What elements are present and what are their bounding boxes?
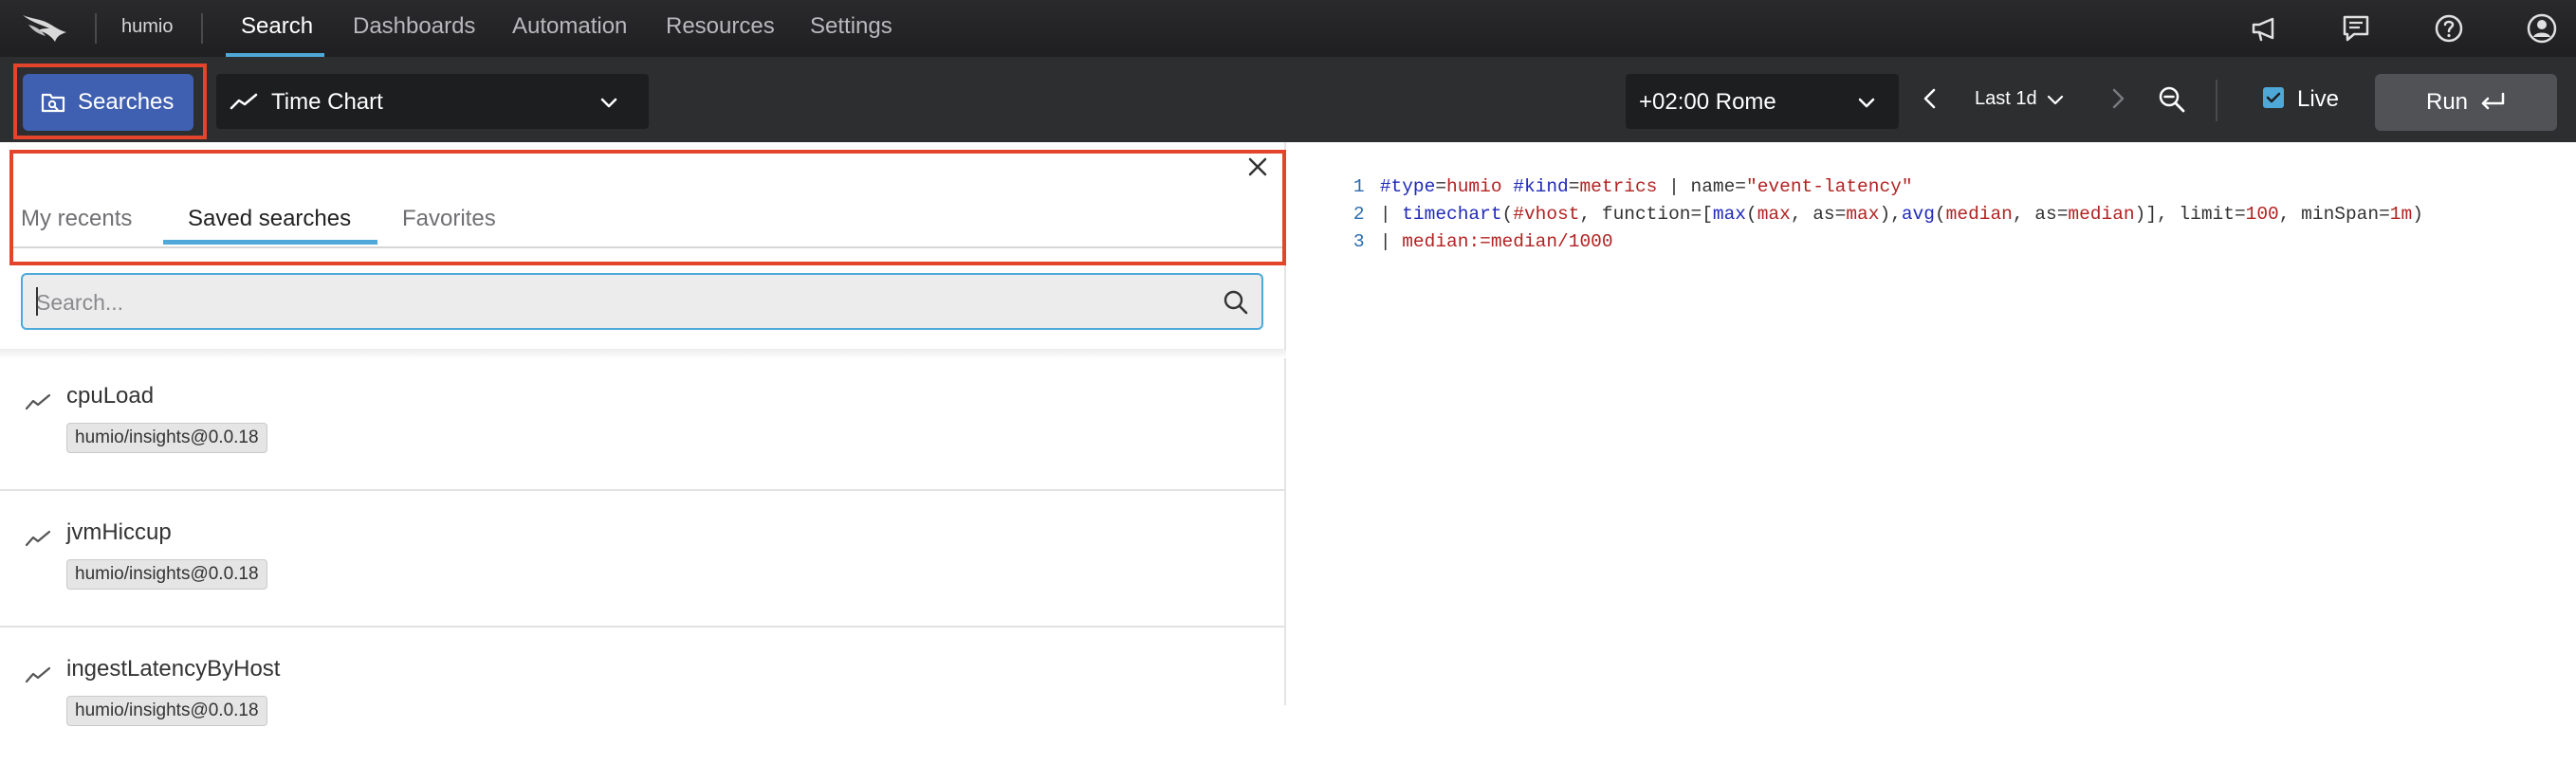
- brand-divider: [95, 13, 97, 44]
- top-navigation: humio Search Dashboards Automation Resou…: [0, 0, 2576, 57]
- query-editor[interactable]: 1 #type=humio #kind=metrics | name="event…: [1288, 142, 2576, 705]
- visualization-select[interactable]: Time Chart: [216, 74, 649, 129]
- code-token: |: [1379, 231, 1403, 252]
- active-tab-indicator: [163, 240, 377, 245]
- zoom-out-icon[interactable]: [2157, 84, 2187, 115]
- package-badge: humio/insights@0.0.18: [66, 559, 267, 590]
- megaphone-icon[interactable]: [2248, 11, 2282, 45]
- code-token: median: [2068, 204, 2135, 225]
- tab-saved-searches[interactable]: Saved searches: [188, 206, 351, 232]
- code-token: ),: [1879, 204, 1902, 225]
- code-token: ): [2412, 204, 2423, 225]
- line-chart-icon: [25, 530, 51, 547]
- code-token: 100: [2245, 204, 2279, 225]
- search-toolbar: Searches Time Chart +02:00 Rome Last 1d: [0, 57, 2576, 142]
- previous-range-icon[interactable]: [1918, 86, 1942, 111]
- list-item[interactable]: cpuLoad humio/insights@0.0.18: [0, 355, 1286, 491]
- run-button-label: Run: [2426, 89, 2469, 115]
- code-token: (: [1746, 204, 1757, 225]
- chevron-down-icon[interactable]: [2045, 89, 2066, 110]
- chevron-down-icon: [600, 98, 617, 108]
- code-token: :=median/1000: [1468, 231, 1613, 252]
- package-badge: humio/insights@0.0.18: [66, 696, 267, 726]
- nav-settings[interactable]: Settings: [810, 13, 892, 40]
- code-line-3: 3 | median:=median/1000: [1309, 210, 1613, 273]
- timezone-select[interactable]: +02:00 Rome: [1626, 74, 1899, 129]
- code-token: avg: [1901, 204, 1935, 225]
- code-token: (: [1934, 204, 1946, 225]
- line-chart-icon: [25, 666, 51, 683]
- saved-search-name: ingestLatencyByHost: [66, 656, 281, 682]
- package-badge: humio/insights@0.0.18: [66, 423, 267, 453]
- nav-divider: [201, 13, 203, 44]
- chevron-down-icon: [1858, 98, 1875, 108]
- line-chart-icon: [25, 393, 51, 410]
- code-token: median: [1402, 231, 1469, 252]
- check-icon: [2266, 92, 2281, 103]
- text-caret: [36, 287, 38, 316]
- tab-my-recents[interactable]: My recents: [21, 206, 132, 232]
- saved-search-name: jvmHiccup: [66, 519, 172, 545]
- code-token: , minSpan=: [2278, 204, 2390, 225]
- search-input[interactable]: [36, 288, 1193, 317]
- code-token: max: [1846, 204, 1880, 225]
- help-icon[interactable]: [2432, 11, 2466, 45]
- enter-key-icon: [2481, 92, 2505, 110]
- searches-highlight-box: [13, 64, 207, 139]
- line-number: 3: [1352, 231, 1365, 252]
- run-button[interactable]: Run: [2375, 74, 2557, 131]
- close-icon[interactable]: [1244, 154, 1271, 180]
- timezone-label: +02:00 Rome: [1639, 89, 1776, 115]
- repository-name[interactable]: humio: [121, 16, 173, 38]
- tab-favorites[interactable]: Favorites: [402, 206, 496, 232]
- saved-search-name: cpuLoad: [66, 383, 155, 409]
- code-token: 1m: [2389, 204, 2413, 225]
- code-token: median: [1945, 204, 2013, 225]
- visualization-label: Time Chart: [271, 89, 383, 115]
- nav-automation[interactable]: Automation: [512, 13, 627, 40]
- nav-resources[interactable]: Resources: [666, 13, 775, 40]
- code-token: , as=: [1790, 204, 1847, 225]
- list-item[interactable]: jvmHiccup humio/insights@0.0.18: [0, 491, 1286, 628]
- code-token: )], limit=: [2134, 204, 2246, 225]
- code-token: max: [1757, 204, 1791, 225]
- search-icon[interactable]: [1222, 288, 1250, 317]
- nav-dashboards[interactable]: Dashboards: [353, 13, 475, 40]
- code-token: max: [1712, 204, 1747, 225]
- user-icon[interactable]: [2525, 11, 2559, 45]
- tabs-divider: [13, 246, 1286, 248]
- falcon-logo-icon[interactable]: [19, 9, 72, 47]
- code-token: , as=: [2012, 204, 2069, 225]
- saved-search-filter[interactable]: [21, 273, 1263, 330]
- list-item[interactable]: ingestLatencyByHost humio/insights@0.0.1…: [0, 628, 1286, 764]
- live-label[interactable]: Live: [2297, 86, 2339, 113]
- line-chart-icon: [230, 93, 258, 110]
- next-range-icon[interactable]: [2106, 86, 2130, 111]
- chat-icon[interactable]: [2339, 11, 2373, 45]
- live-checkbox[interactable]: [2263, 87, 2284, 108]
- toolbar-divider: [2216, 80, 2217, 121]
- time-range-label[interactable]: Last 1d: [1975, 88, 2037, 110]
- nav-search[interactable]: Search: [241, 13, 313, 40]
